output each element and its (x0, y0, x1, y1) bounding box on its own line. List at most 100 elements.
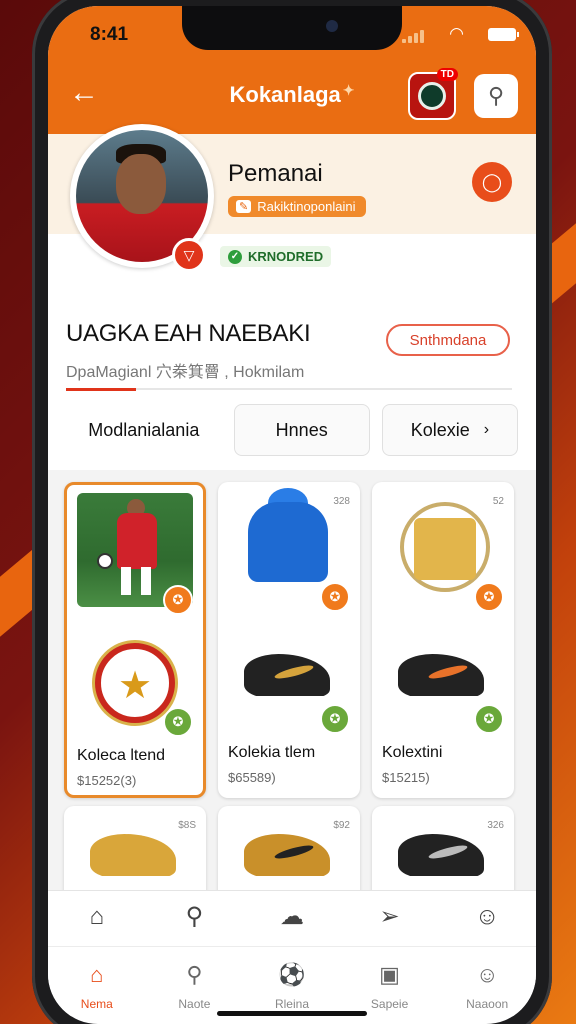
product-card[interactable]: 52 ✪ ✪ Kolextini $15215) (372, 482, 514, 798)
app-header: ← Kokanlaga ✦ TD ⚲ (48, 62, 536, 134)
profile-tag-label: Rakiktinoponlaini (257, 199, 356, 214)
search-icon: ⚲ (487, 83, 505, 108)
user-icon[interactable]: ☺ (467, 903, 507, 931)
club-crest-icon (418, 82, 446, 110)
nav-item-play[interactable]: ⚽ Rleina (252, 947, 332, 1016)
shoe-image (90, 834, 176, 884)
shield-icon: ◯ (481, 171, 503, 192)
nav-label: Sapeie (370, 997, 409, 1011)
category-tabs: Modlanialania Hnnes Kolexie › (66, 404, 518, 456)
home-icon[interactable]: ⌂ (77, 903, 117, 931)
player-leg (141, 567, 151, 595)
bottom-nav: ⌂ Nema ⚲ Naote ⚽ Rleina ▣ Sapeie ☺ Naaoo… (48, 946, 536, 1016)
search-button[interactable]: ⚲ (474, 74, 518, 118)
nav-label: Naote (178, 997, 211, 1011)
club-badge-button[interactable]: TD (408, 68, 458, 120)
nav-item-shop[interactable]: ▣ Sapeie (350, 947, 430, 1016)
section-underline-active (66, 388, 136, 391)
product-name: Kolekia tlem (228, 744, 316, 761)
product-grid: ✪ ★ ✪ Koleсa ltend $15252(3) 328 ✪ ✪ Kol… (48, 470, 536, 906)
football-icon (97, 553, 113, 569)
swoosh-icon (273, 662, 315, 682)
bag-image (414, 518, 476, 580)
favorite-icon[interactable]: ✪ (320, 704, 350, 734)
notch (182, 6, 402, 50)
verified-badge: ✓ KRNODRED (220, 246, 332, 267)
nav-label: Rleina (274, 997, 309, 1011)
product-tag: 326 (487, 820, 504, 831)
product-card[interactable]: 328 ✪ ✪ Kolekia tlem $65589) (218, 482, 360, 798)
shoe-image (244, 834, 330, 884)
tab-modlanialania[interactable]: Modlanialania (66, 404, 222, 456)
product-tag: $92 (333, 820, 350, 831)
nav-item-home[interactable]: ⌂ Nema (57, 947, 137, 1016)
swoosh-icon (273, 842, 315, 862)
favorite-icon[interactable]: ✪ (163, 585, 193, 615)
favorite-icon[interactable]: ✪ (320, 582, 350, 612)
shoe-sole (244, 696, 330, 704)
avatar-face (116, 154, 166, 214)
tag-icon: ✎ (236, 200, 252, 213)
star-icon: ★ (117, 665, 153, 707)
shoe-sole (244, 876, 330, 884)
signal-icon (402, 30, 424, 43)
send-icon[interactable]: ➢ (370, 902, 410, 931)
section-underline (66, 388, 512, 391)
product-name: Koleсa ltend (77, 747, 166, 764)
bag-icon: ▣ (379, 962, 400, 987)
wifi-icon: ◠ (449, 24, 464, 43)
favorite-icon[interactable]: ✪ (163, 707, 193, 737)
check-icon: ✓ (228, 249, 242, 264)
section-subtitle: DpaMagianl 穴桊箕罾 , Hokmilam (66, 364, 305, 381)
home-indicator (217, 1011, 367, 1016)
medal-image: ★ (95, 643, 175, 723)
product-card[interactable]: ✪ ★ ✪ Koleсa ltend $15252(3) (64, 482, 206, 798)
product-price: $15252(3) (77, 773, 137, 788)
tab-label: Modlanialania (88, 419, 200, 440)
app-screen: 8:41 ◠ ← Kokanlaga ✦ TD ⚲ Pemanai ✎ Raki… (48, 6, 536, 1024)
tab-hnnes[interactable]: Hnnes (233, 404, 370, 456)
favorite-icon[interactable]: ✪ (474, 704, 504, 734)
nav-label: Naaoon (466, 997, 509, 1011)
follow-button[interactable]: ◯ (472, 162, 512, 202)
user-icon: ☺ (475, 962, 499, 987)
shoe-image (244, 654, 330, 704)
hoodie-image (248, 502, 328, 582)
chevron-right-icon: › (483, 421, 490, 438)
product-tag: $8S (178, 820, 196, 831)
badge-count: TD (436, 68, 458, 81)
cloud-icon[interactable]: ☁ (272, 902, 312, 931)
favorite-icon[interactable]: ✪ (474, 582, 504, 612)
section-title: UAGKA EAH NAEBAKI (66, 320, 311, 347)
page-title: Kokanlaga ✦ (48, 82, 536, 108)
avatar-badge-icon: ▽ (172, 238, 206, 272)
search-icon[interactable]: ⚲ (174, 902, 214, 931)
shoe-image (398, 654, 484, 704)
phone-frame: 8:41 ◠ ← Kokanlaga ✦ TD ⚲ Pemanai ✎ Raki… (32, 0, 552, 1024)
section-action-button[interactable]: Snthmdana (386, 324, 510, 356)
profile-name: Pemanai (228, 160, 323, 187)
swoosh-icon (427, 842, 469, 862)
home-icon: ⌂ (90, 962, 104, 987)
nav-item-profile[interactable]: ☺ Naaoon (447, 947, 527, 1016)
product-tag: 328 (333, 496, 350, 507)
tab-label: Kolexie (410, 419, 470, 440)
product-price: $65589) (228, 770, 276, 785)
nav-label: Nema (80, 997, 113, 1011)
camera (326, 20, 338, 32)
shoe-sole (398, 696, 484, 704)
profile-tag[interactable]: ✎ Rakiktinoponlaini (228, 196, 366, 217)
secondary-toolbar: ⌂ ⚲ ☁ ➢ ☺ (48, 890, 536, 942)
shoe-sole (90, 876, 176, 884)
battery-icon (488, 28, 519, 41)
tab-kolexie[interactable]: Kolexie › (381, 404, 518, 456)
product-name: Kolextini (382, 744, 443, 761)
product-tag: 52 (492, 496, 504, 507)
page-title-text: Kokanlaga (229, 82, 341, 107)
nav-item-search[interactable]: ⚲ Naote (154, 947, 234, 1016)
swoosh-icon (427, 662, 469, 682)
status-time: 8:41 (90, 24, 129, 45)
tab-label: Hnnes (275, 419, 328, 440)
verified-label: KRNODRED (248, 249, 324, 264)
search-icon: ⚲ (186, 962, 203, 987)
